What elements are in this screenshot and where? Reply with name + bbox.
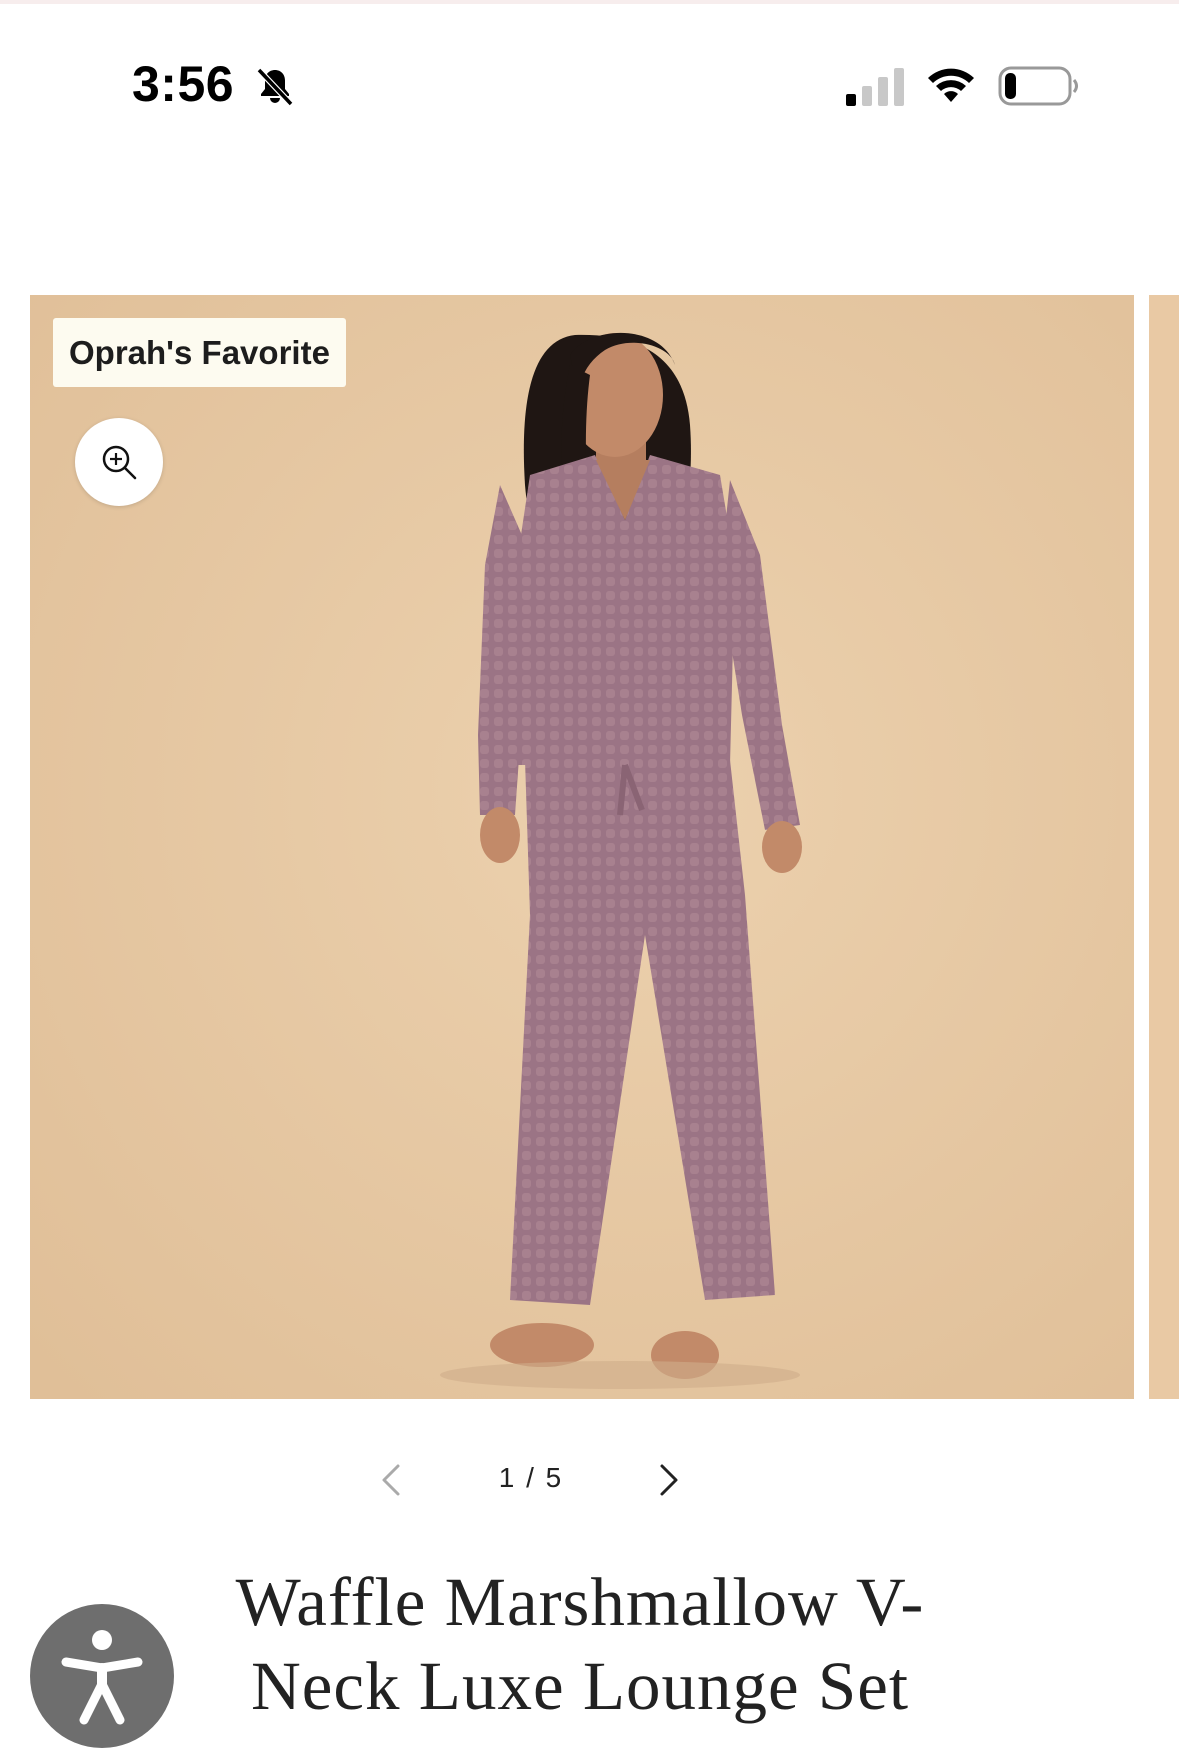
slide-counter: 1 / 5	[498, 1462, 564, 1493]
bell-slash-icon	[256, 67, 294, 107]
accessibility-person-icon	[61, 1630, 143, 1725]
zoom-in-icon	[102, 445, 137, 480]
chevron-right-icon[interactable]	[646, 1458, 690, 1502]
badge-oprahs-favorite: Oprah's Favorite	[53, 318, 346, 387]
zoom-button[interactable]	[75, 418, 163, 506]
wifi-icon	[928, 68, 974, 102]
product-title: Waffle Marshmallow V-Neck Luxe Lounge Se…	[235, 1564, 925, 1724]
accessibility-button[interactable]	[30, 1604, 174, 1748]
chevron-left-icon[interactable]	[370, 1458, 414, 1502]
next-slide-peek	[1149, 295, 1179, 1399]
status-time: 3:56	[132, 56, 235, 112]
product-image-carousel[interactable]	[30, 295, 1134, 1399]
battery-low-icon	[998, 66, 1078, 106]
product-photo	[30, 295, 1134, 1399]
cellular-signal-icon	[846, 68, 904, 106]
carousel-pager: 1 / 5	[370, 1450, 690, 1510]
status-bar: 3:56	[0, 0, 1179, 170]
